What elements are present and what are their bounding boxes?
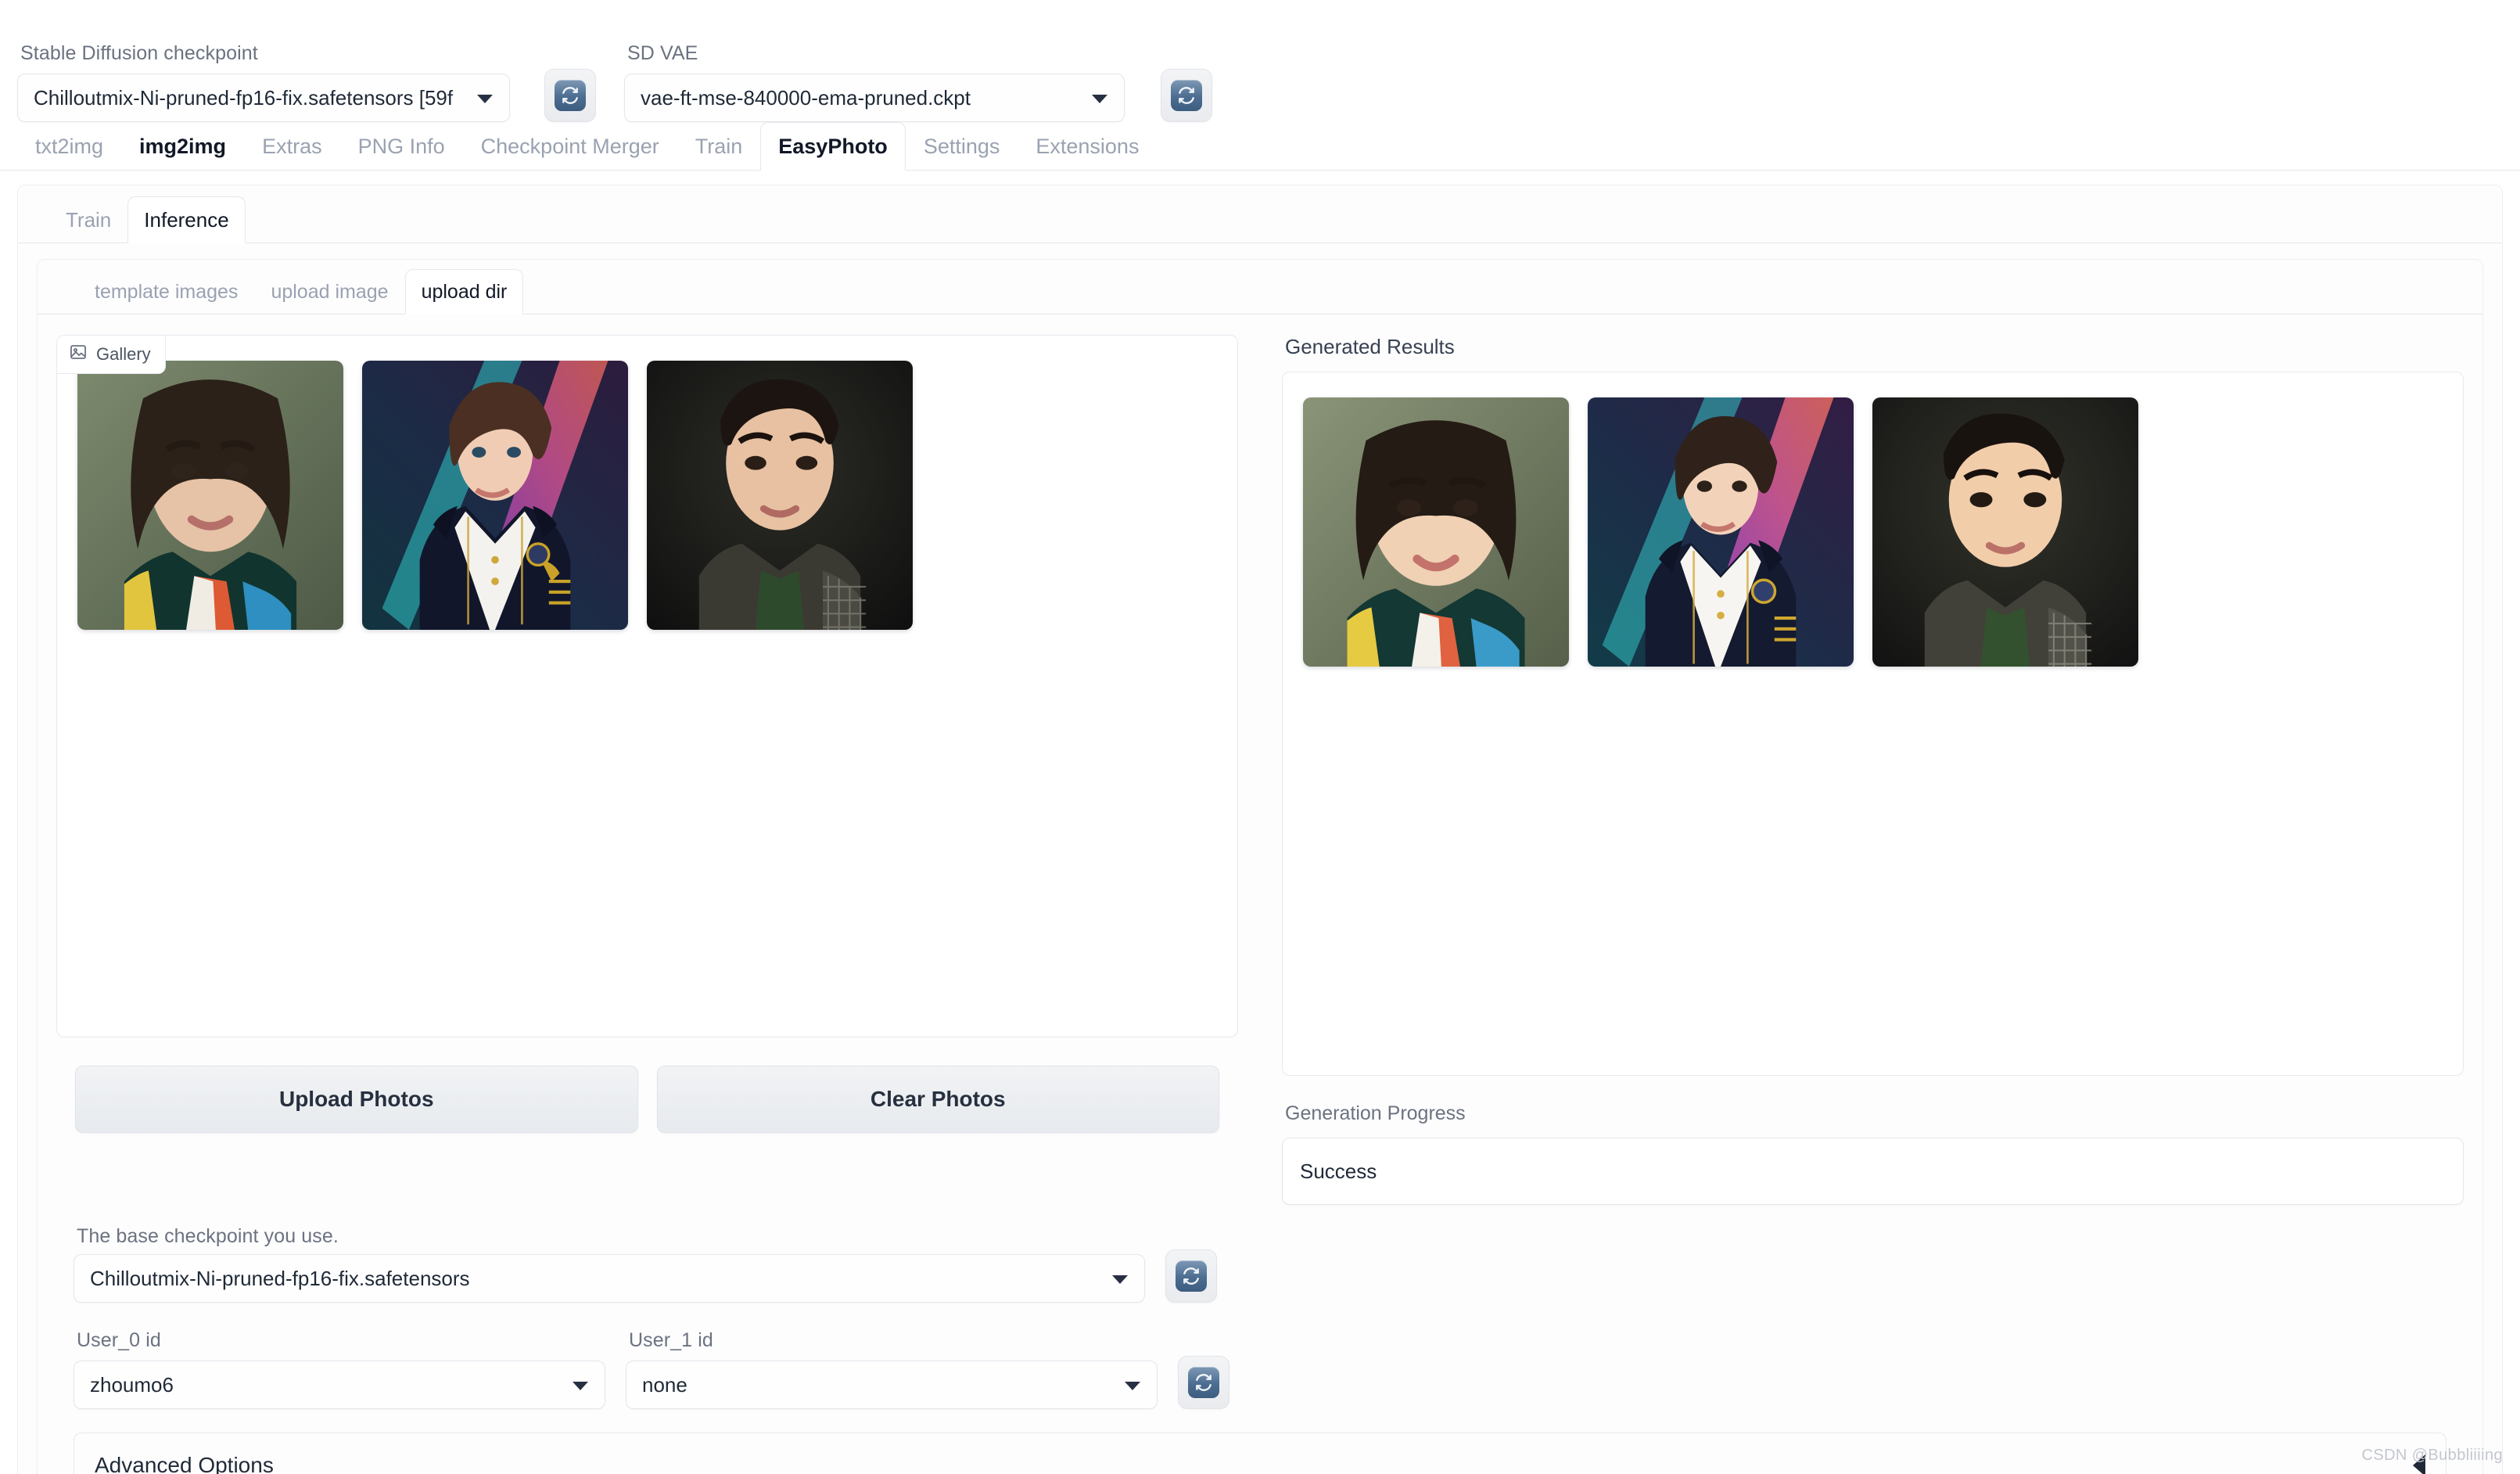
gallery-actions: Upload Photos Clear Photos — [56, 1037, 1238, 1133]
user-id-row: User_0 id zhoumo6 User_1 id none — [74, 1328, 2446, 1409]
base-checkpoint-field: The base checkpoint you use. Chilloutmix… — [74, 1224, 2446, 1303]
user1-label: User_1 id — [629, 1328, 713, 1351]
refresh-icon — [1171, 80, 1202, 111]
tab-settings[interactable]: Settings — [906, 122, 1018, 171]
tab-easyphoto[interactable]: EasyPhoto — [760, 122, 906, 171]
checkpoint-field: Stable Diffusion checkpoint Chilloutmix-… — [17, 41, 510, 122]
generation-progress-label: Generation Progress — [1285, 1102, 1466, 1124]
subtab-train[interactable]: Train — [49, 196, 127, 243]
advanced-options-accordion[interactable]: Advanced Options — [74, 1433, 2446, 1474]
generation-progress-value: Success — [1282, 1138, 2464, 1205]
upload-photos-button[interactable]: Upload Photos — [75, 1066, 638, 1133]
checkpoint-label: Stable Diffusion checkpoint — [20, 41, 258, 64]
tab-checkpoint-merger[interactable]: Checkpoint Merger — [463, 122, 677, 171]
inference-settings: The base checkpoint you use. Chilloutmix… — [38, 1205, 2482, 1409]
refresh-icon — [1176, 1260, 1207, 1292]
advanced-options-title: Advanced Options — [95, 1453, 274, 1474]
refresh-icon — [555, 80, 586, 111]
refresh-base-checkpoint-button[interactable] — [1165, 1249, 1217, 1303]
tab-img2img[interactable]: img2img — [121, 122, 244, 171]
refresh-user-ids-button[interactable] — [1178, 1356, 1229, 1409]
user1-field: User_1 id none — [626, 1328, 1158, 1409]
generated-results-gallery[interactable] — [1282, 372, 2464, 1076]
checkpoint-select[interactable]: Chilloutmix-Ni-pruned-fp16-fix.safetenso… — [17, 74, 510, 122]
vae-field: SD VAE vae-ft-mse-840000-ema-pruned.ckpt — [624, 41, 1125, 122]
result-thumbnail[interactable] — [1872, 397, 2138, 667]
user1-select[interactable]: none — [626, 1361, 1158, 1409]
vae-label: SD VAE — [627, 41, 698, 64]
gallery-badge: Gallery — [57, 336, 166, 374]
generated-results-label: Generated Results — [1285, 335, 1455, 358]
user0-label: User_0 id — [77, 1328, 161, 1351]
checkpoint-toolbar: Stable Diffusion checkpoint Chilloutmix-… — [0, 0, 2520, 122]
right-column: Generated Results Generation Progress Su… — [1282, 335, 2464, 1205]
tab-txt2img[interactable]: txt2img — [17, 122, 121, 171]
upload-gallery[interactable]: Gallery — [56, 335, 1238, 1037]
user0-select[interactable]: zhoumo6 — [74, 1361, 605, 1409]
upload-thumbnail[interactable] — [647, 361, 913, 630]
tab-upload-image[interactable]: upload image — [254, 269, 404, 315]
tab-png-info[interactable]: PNG Info — [340, 122, 463, 171]
tab-extras[interactable]: Extras — [244, 122, 340, 171]
base-checkpoint-label: The base checkpoint you use. — [77, 1225, 339, 1247]
result-thumbnail-list — [1303, 393, 2443, 667]
tab-extensions[interactable]: Extensions — [1018, 122, 1157, 171]
main-tabbar: txt2img img2img Extras PNG Info Checkpoi… — [0, 122, 2520, 171]
inference-panel: template images upload image upload dir — [37, 259, 2483, 1474]
inference-columns: Gallery Upload Photos Clear Photos Gener… — [38, 315, 2482, 1205]
upload-thumbnail-list — [77, 356, 1217, 630]
gallery-label: Gallery — [96, 344, 151, 364]
easyphoto-subtabbar: Train Inference — [18, 196, 2502, 243]
vae-select[interactable]: vae-ft-mse-840000-ema-pruned.ckpt — [624, 74, 1125, 122]
left-column: Gallery Upload Photos Clear Photos — [56, 335, 1238, 1205]
base-checkpoint-select[interactable]: Chilloutmix-Ni-pruned-fp16-fix.safetenso… — [74, 1253, 1145, 1303]
image-icon — [69, 343, 88, 366]
upload-thumbnail[interactable] — [362, 361, 628, 630]
refresh-icon — [1188, 1367, 1219, 1398]
tab-template-images[interactable]: template images — [78, 269, 254, 315]
subtab-inference[interactable]: Inference — [127, 196, 246, 243]
easyphoto-panel: Train Inference template images upload i… — [17, 185, 2503, 1474]
refresh-vae-button[interactable] — [1161, 69, 1212, 122]
result-thumbnail[interactable] — [1303, 397, 1569, 667]
refresh-checkpoint-button[interactable] — [544, 69, 596, 122]
tab-upload-dir[interactable]: upload dir — [404, 269, 524, 315]
clear-photos-button[interactable]: Clear Photos — [656, 1066, 1219, 1133]
upload-thumbnail[interactable] — [77, 361, 343, 630]
source-tabbar: template images upload image upload dir — [38, 269, 2482, 315]
tab-train[interactable]: Train — [677, 122, 761, 171]
watermark: CSDN @Bubbliiiing — [2361, 1447, 2503, 1464]
result-thumbnail[interactable] — [1588, 397, 1854, 667]
user0-field: User_0 id zhoumo6 — [74, 1328, 605, 1409]
